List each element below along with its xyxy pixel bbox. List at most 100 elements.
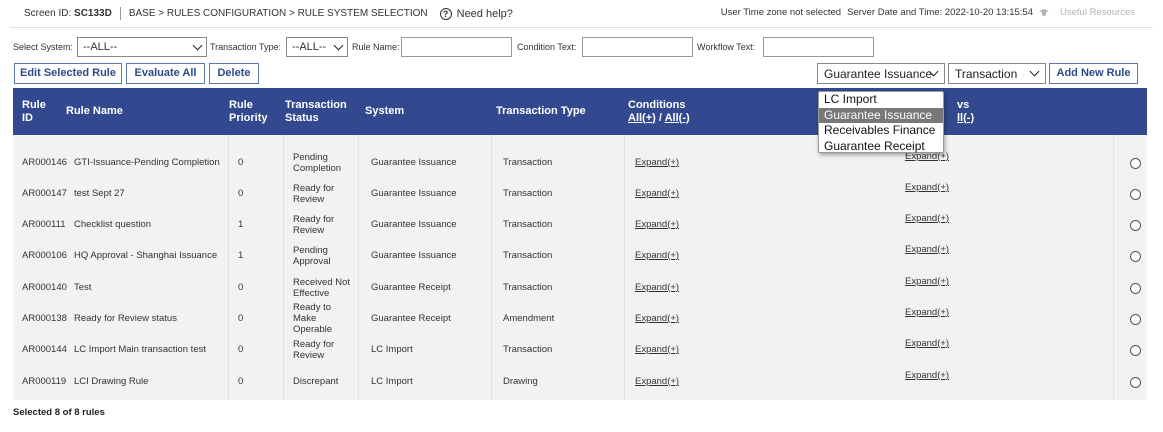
table-row[interactable]: AR000147 test Sept 27 0 Ready for Review Gua…	[13, 178, 1147, 209]
table-row[interactable]: AR000146 GTI-Issuance-Pending Completion 0…	[13, 147, 1147, 178]
cell-rule-priority: 0	[238, 188, 244, 199]
conditions-expand-link[interactable]: Expand(+)	[635, 303, 695, 334]
dropdown-option[interactable]: LC Import	[819, 92, 943, 108]
expand-link-text[interactable]: Expand(+)	[905, 213, 949, 224]
row-select-radio[interactable]	[1130, 220, 1141, 231]
table-row[interactable]: AR000111 Checklist question 1 Ready for Rev…	[13, 209, 1147, 240]
row-select-radio[interactable]	[1130, 189, 1141, 200]
condition-text-label: Condition Text:	[517, 42, 577, 52]
expand-link-text[interactable]: Expand(+)	[635, 219, 679, 230]
server-time: Server Date and Time: 2022-10-20 13:15:5…	[847, 7, 1034, 18]
rule-name-label: Rule Name:	[352, 42, 400, 52]
cell-rule-name: LCI Drawing Rule	[74, 376, 149, 387]
rule-name-input[interactable]	[401, 37, 512, 57]
workflows-expand-link[interactable]: Expand(+)	[905, 209, 965, 240]
cell-system: Guarantee Receipt	[371, 282, 451, 293]
cell-rule-name: Ready for Review status	[74, 313, 177, 324]
expand-link-text[interactable]: Expand(+)	[635, 313, 679, 324]
useful-resources-link[interactable]: Useful Resources	[1039, 7, 1135, 18]
cell-rule-priority: 1	[238, 219, 244, 230]
help-link[interactable]: ? Need help?	[439, 7, 513, 20]
cell-rule-name: test Sept 27	[74, 188, 125, 199]
row-select-radio[interactable]	[1130, 377, 1141, 388]
expand-link-text[interactable]: Expand(+)	[635, 157, 679, 168]
row-select-radio[interactable]	[1130, 158, 1141, 169]
txn-type-filter-value: --ALL--	[292, 41, 327, 53]
cell-transaction-type: Transaction	[503, 219, 553, 230]
cell-transaction-status: Pending Completion	[293, 151, 342, 174]
expand-link-text[interactable]: Expand(+)	[635, 282, 679, 293]
col-transaction-status[interactable]: Transaction Status	[285, 88, 355, 135]
conditions-expand-link[interactable]: Expand(+)	[635, 334, 695, 365]
workflows-expand-link[interactable]: Expand(+)	[905, 303, 965, 334]
cell-transaction-type: Drawing	[503, 376, 538, 387]
add-new-rule-button[interactable]: Add New Rule	[1049, 63, 1138, 84]
txn-type-filter-select[interactable]: --ALL--	[286, 37, 348, 57]
workflow-text-input[interactable]	[763, 37, 874, 57]
cell-rule-id: AR000147	[22, 188, 67, 199]
transaction-type-select[interactable]: Transaction	[948, 63, 1046, 84]
conditions-expand-link[interactable]: Expand(+)	[635, 366, 695, 397]
cell-system: LC Import	[371, 344, 413, 355]
col-system[interactable]: System	[365, 88, 465, 135]
col-rule-name[interactable]: Rule Name	[66, 88, 216, 135]
cell-rule-id: AR000111	[22, 219, 66, 230]
workflows-expand-link[interactable]: Expand(+)	[905, 366, 965, 397]
conditions-expand-link[interactable]: Expand(+)	[635, 272, 695, 303]
col-rule-priority[interactable]: Rule Priority	[229, 88, 279, 135]
expand-link-text[interactable]: Expand(+)	[905, 370, 949, 381]
workflows-expand-link[interactable]: Expand(+)	[905, 272, 965, 303]
table-row[interactable]: AR000119 LCI Drawing Rule 0 Discrepant LC Im…	[13, 366, 1147, 397]
cell-transaction-status: Ready for Review	[293, 213, 335, 236]
row-select-radio[interactable]	[1130, 251, 1141, 262]
row-select-radio[interactable]	[1130, 283, 1141, 294]
cell-rule-priority: 0	[238, 282, 244, 293]
conditions-expand-link[interactable]: Expand(+)	[635, 178, 695, 209]
system-select[interactable]: Guarantee Issuance	[817, 63, 945, 84]
workflows-expand-link[interactable]: Expand(+)	[905, 240, 965, 271]
delete-button[interactable]: Delete	[209, 63, 259, 84]
table-row[interactable]: AR000140 Test 0 Received Not Effective Guara…	[13, 272, 1147, 303]
rules-table-body: AR000146 GTI-Issuance-Pending Completion 0…	[13, 135, 1147, 400]
graduation-cap-icon	[1039, 9, 1049, 16]
expand-link-text[interactable]: Expand(+)	[635, 188, 679, 199]
dropdown-option[interactable]: Guarantee Receipt	[819, 139, 943, 155]
dropdown-option[interactable]: Guarantee Issuance	[819, 107, 943, 123]
workflows-expand-link[interactable]: Expand(+)	[905, 334, 965, 365]
cell-transaction-status: Ready for Review	[293, 338, 335, 361]
expand-link-text[interactable]: Expand(+)	[905, 276, 949, 287]
table-row[interactable]: AR000138 Ready for Review status 0 Ready to…	[13, 302, 1147, 335]
cell-system: Guarantee Receipt	[371, 313, 451, 324]
table-row[interactable]: AR000144 LC Import Main transaction test 0…	[13, 334, 1147, 365]
system-filter-select[interactable]: --ALL--	[77, 37, 207, 57]
conditions-expand-link[interactable]: Expand(+)	[635, 147, 695, 178]
top-bar: Screen ID: SC133D BASE > RULES CONFIGURA…	[0, 0, 1163, 27]
conditions-expand-link[interactable]: Expand(+)	[635, 240, 695, 271]
workflows-expand-link[interactable]: Expand(+)	[905, 178, 965, 209]
col-rule-id[interactable]: Rule ID	[22, 88, 52, 135]
expand-all-conditions-link[interactable]: All(+)	[628, 112, 656, 124]
cell-transaction-type: Amendment	[503, 313, 555, 324]
expand-link-text[interactable]: Expand(+)	[905, 307, 949, 318]
expand-link-text[interactable]: Expand(+)	[635, 250, 679, 261]
conditions-expand-link[interactable]: Expand(+)	[635, 209, 695, 240]
expand-link-text[interactable]: Expand(+)	[905, 338, 949, 349]
expand-link-text[interactable]: Expand(+)	[905, 244, 949, 255]
system-select-value: Guarantee Issuance	[824, 67, 933, 81]
row-select-radio[interactable]	[1130, 314, 1141, 325]
dropdown-option[interactable]: Receivables Finance	[819, 123, 943, 139]
collapse-all-workflows-link[interactable]: ll(-)	[957, 112, 974, 125]
col-transaction-type[interactable]: Transaction Type	[496, 88, 616, 135]
edit-selected-rule-button[interactable]: Edit Selected Rule	[14, 63, 122, 84]
condition-text-input[interactable]	[582, 37, 693, 57]
slash: /	[658, 111, 662, 124]
evaluate-all-button[interactable]: Evaluate All	[126, 63, 205, 84]
collapse-all-conditions-link[interactable]: All(-)	[665, 112, 690, 124]
cell-rule-id: AR000106	[22, 250, 67, 261]
expand-link-text[interactable]: Expand(+)	[635, 376, 679, 387]
expand-link-text[interactable]: Expand(+)	[905, 182, 949, 193]
table-row[interactable]: AR000106 HQ Approval - Shanghai Issuance 1…	[13, 240, 1147, 271]
question-icon: ?	[439, 7, 452, 20]
expand-link-text[interactable]: Expand(+)	[635, 344, 679, 355]
row-select-radio[interactable]	[1130, 345, 1141, 356]
